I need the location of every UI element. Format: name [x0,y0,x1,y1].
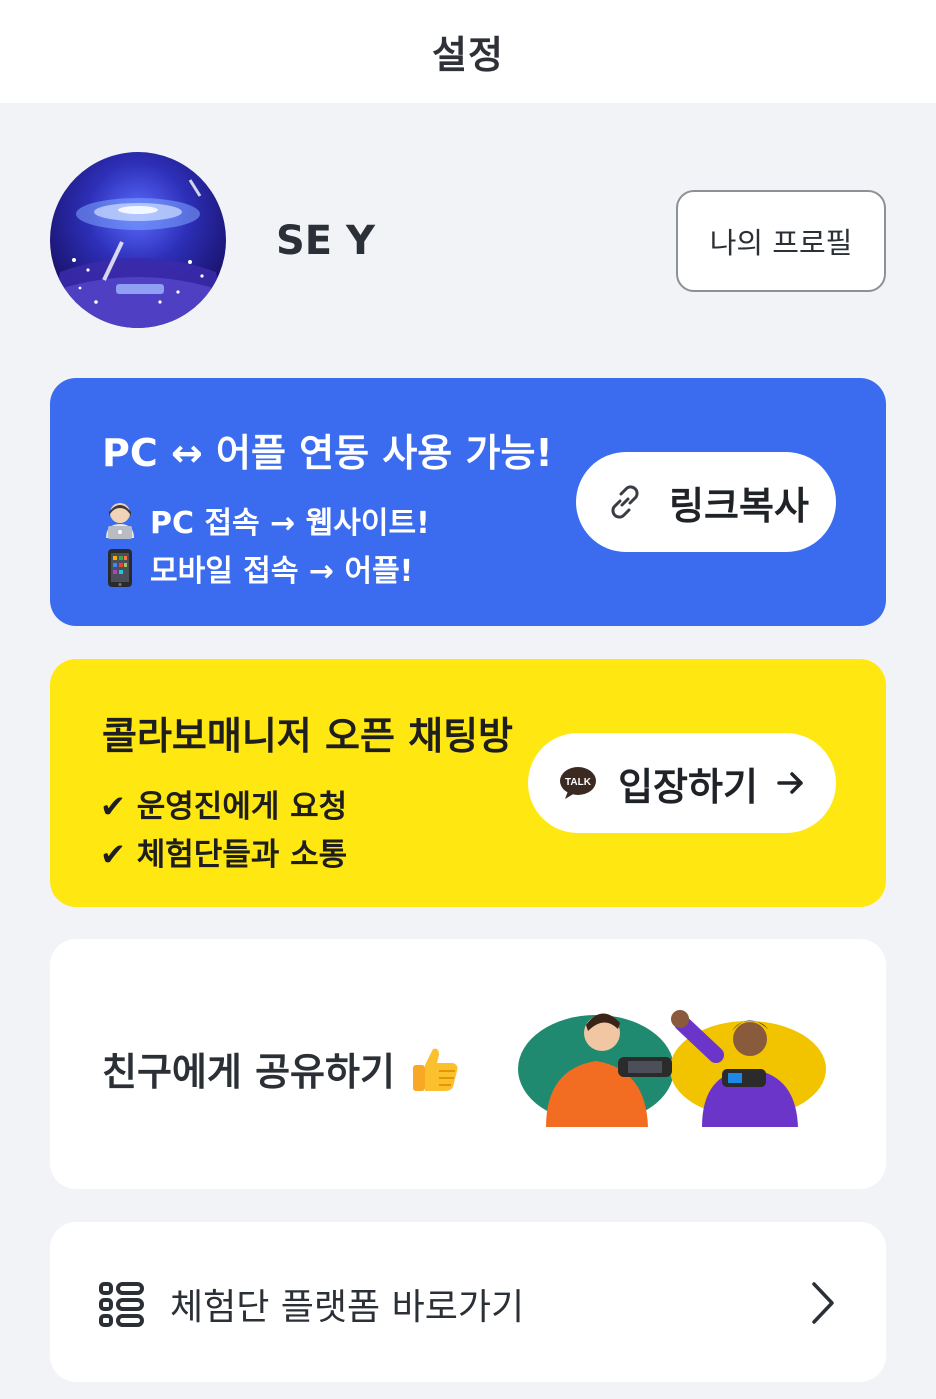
talk-bubble-icon: TALK [560,767,597,799]
copy-link-label: 링크복사 [669,483,809,528]
copy-link-button[interactable]: 링크복사 [576,452,836,552]
mobile-phone-emoji [108,549,132,587]
top-bar: 설정 [0,0,936,103]
pc-app-link-card: PC ↔ 어플 연동 사용 가능! PC 접속 → 웹사이트! 모바일 접속 →… [50,378,886,626]
platform-shortcut-label: 체험단 플랫폼 바로가기 [170,1287,525,1328]
link-icon [611,485,639,519]
pc-app-card-title: PC ↔ 어플 연동 사용 가능! [102,431,553,475]
open-chat-line-communicate: ✔ 체험단들과 소통 [100,837,348,873]
mobile-access-text: 모바일 접속 → 어플! [150,554,414,589]
share-friends-card[interactable]: 친구에게 공유하기 [50,939,886,1189]
talk-badge-text: TALK [565,777,592,788]
mobile-access-line: 모바일 접속 → 어플! [102,546,413,590]
username: SE Y [276,218,376,264]
share-title-text: 친구에게 공유하기 [102,1050,395,1094]
avatar-image [50,179,226,328]
thumbs-up-emoji [412,1048,458,1091]
share-title: 친구에게 공유하기 [102,1041,461,1096]
friends-gaming-illustration [518,1010,826,1127]
arrow-right-icon [777,772,803,794]
pc-access-line: PC 접속 → 웹사이트! [102,498,430,542]
avatar[interactable] [50,152,226,328]
platform-shortcut-row[interactable]: 체험단 플랫폼 바로가기 [50,1222,886,1382]
open-chat-card: 콜라보매니저 오픈 채팅방 ✔ 운영진에게 요청 ✔ 체험단들과 소통 TALK… [50,659,886,907]
chevron-right-icon [812,1282,834,1324]
enter-chat-button[interactable]: TALK 입장하기 [528,733,836,833]
enter-chat-label: 입장하기 [618,764,758,809]
page-title: 설정 [432,33,504,77]
open-chat-card-title: 콜라보매니저 오픈 채팅방 [102,714,514,758]
open-chat-line-request: ✔ 운영진에게 요청 [100,789,348,825]
pc-access-text: PC 접속 → 웹사이트! [150,506,430,541]
profile-section: SE Y 나의 프로필 [50,152,886,328]
my-profile-button[interactable]: 나의 프로필 [676,190,886,292]
grid-menu-icon [99,1282,144,1327]
person-laptop-emoji [106,503,134,539]
